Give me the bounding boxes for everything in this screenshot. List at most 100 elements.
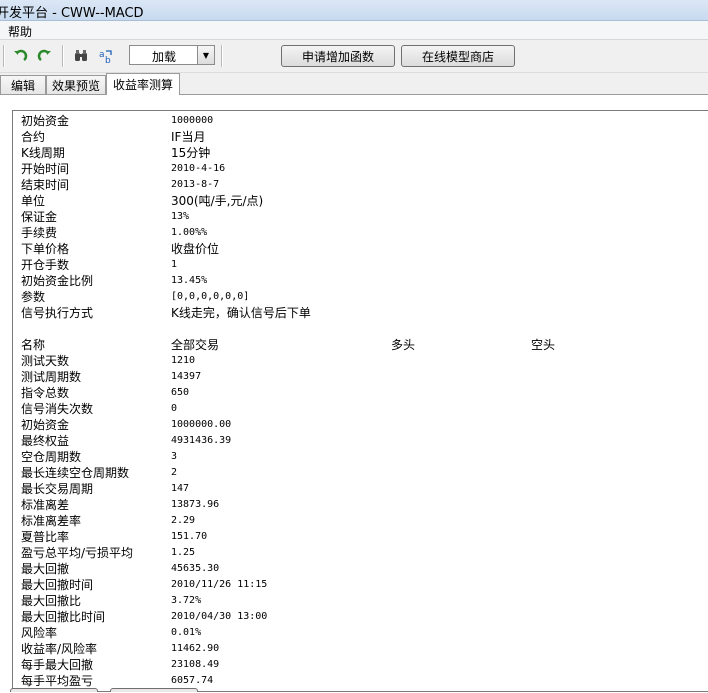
row-value: 4931436.39: [171, 435, 232, 446]
list-item: 初始资金比例 13.45%: [13, 273, 708, 289]
row-value: 151.70: [171, 531, 208, 542]
row-value: IF当月: [171, 130, 206, 144]
stats-list: 名称 全部交易 多头 空头 测试天数 1210 测试周期数 14397 指令总数 650 信…: [13, 337, 708, 689]
list-item: 最大回撤比时间 2010/04/30 13:00: [13, 609, 708, 625]
row-label: 标准离差: [21, 498, 70, 512]
row-value: 2: [171, 467, 178, 478]
row-value: 1000000.00: [171, 419, 232, 430]
list-item: 信号执行方式 K线走完，确认信号后下单: [13, 305, 708, 321]
row-label: 夏普比率: [21, 530, 70, 544]
row-label: 信号消失次数: [21, 402, 94, 416]
redo-icon[interactable]: [36, 47, 54, 65]
row-value: 2010/04/30 13:00: [171, 611, 268, 622]
header-all-trades: 全部交易: [171, 338, 220, 352]
row-label: 初始资金比例: [21, 274, 94, 288]
row-label: 信号执行方式: [21, 306, 94, 320]
row-label: 每手最大回撤: [21, 658, 94, 672]
row-label: 手续费: [21, 226, 58, 240]
list-item: 最终权益 4931436.39: [13, 433, 708, 449]
row-label: 测试周期数: [21, 370, 82, 384]
tab-return-calc[interactable]: 收益率测算: [106, 73, 180, 95]
list-item: 参数 [0,0,0,0,0,0]: [13, 289, 708, 305]
bottom-button-strip: [0, 686, 708, 692]
row-value: 45635.30: [171, 563, 220, 574]
list-item: 初始资金 1000000.00: [13, 417, 708, 433]
row-label: 开始时间: [21, 162, 70, 176]
chevron-down-icon[interactable]: ▼: [197, 46, 214, 64]
bottom-button[interactable]: [110, 688, 198, 692]
tab-bar: 编辑 效果预览 收益率测算: [0, 73, 708, 95]
row-label: 单位: [21, 194, 46, 208]
row-label: 空仓周期数: [21, 450, 82, 464]
tab-edit[interactable]: 编辑: [0, 75, 46, 94]
row-label: 盈亏总平均/亏损平均: [21, 546, 134, 560]
row-value: 2010/11/26 11:15: [171, 579, 268, 590]
row-value: 13%: [171, 211, 190, 222]
params-list: 初始资金 1000000 合约 IF当月 K线周期 15分钟 开始时间 2010-4-16 结束…: [13, 113, 708, 321]
tab-preview[interactable]: 效果预览: [46, 75, 106, 94]
report-text-area[interactable]: 初始资金 1000000 合约 IF当月 K线周期 15分钟 开始时间 2010-4-16 结束…: [12, 110, 708, 692]
row-value: 11462.90: [171, 643, 220, 654]
list-item: 最大回撤比 3.72%: [13, 593, 708, 609]
window-title: 开发平台 - CWW--MACD: [0, 6, 144, 21]
row-value: 650: [171, 387, 190, 398]
row-value: 2010-4-16: [171, 163, 226, 174]
row-label: 标准离差率: [21, 514, 82, 528]
list-item: K线周期 15分钟: [13, 145, 708, 161]
row-value: 13873.96: [171, 499, 220, 510]
row-label: 风险率: [21, 626, 58, 640]
row-value: 1.25: [171, 547, 196, 558]
model-store-button[interactable]: 在线模型商店: [401, 45, 515, 67]
row-label: K线周期: [21, 146, 65, 160]
list-item: 收益率/风险率 11462.90: [13, 641, 708, 657]
row-label: 最长交易周期: [21, 482, 94, 496]
row-label: 收益率/风险率: [21, 642, 98, 656]
svg-text:b: b: [105, 56, 111, 64]
row-label: 最长连续空仓周期数: [21, 466, 130, 480]
header-name: 名称: [21, 338, 46, 352]
menu-bar: 帮助: [0, 21, 708, 40]
row-value: 147: [171, 483, 190, 494]
list-item: 空仓周期数 3: [13, 449, 708, 465]
list-item: 标准离差 13873.96: [13, 497, 708, 513]
row-label: 测试天数: [21, 354, 70, 368]
list-item: 最长连续空仓周期数 2: [13, 465, 708, 481]
load-combo[interactable]: 加载 ▼: [129, 45, 215, 65]
header-short: 空头: [531, 338, 556, 352]
stats-header-row: 名称 全部交易 多头 空头: [13, 337, 708, 353]
row-label: 开仓手数: [21, 258, 70, 272]
load-combo-value: 加载: [152, 50, 177, 64]
list-item: 初始资金 1000000: [13, 113, 708, 129]
list-item: 盈亏总平均/亏损平均 1.25: [13, 545, 708, 561]
list-item: 信号消失次数 0: [13, 401, 708, 417]
row-label: 最大回撤比: [21, 594, 82, 608]
row-label: 结束时间: [21, 178, 70, 192]
title-bar: 开发平台 - CWW--MACD: [0, 0, 708, 21]
replace-icon[interactable]: ab: [97, 47, 115, 65]
list-item: 开仓手数 1: [13, 257, 708, 273]
list-item: 最长交易周期 147: [13, 481, 708, 497]
row-value: K线走完，确认信号后下单: [171, 306, 311, 320]
row-value: 3.72%: [171, 595, 202, 606]
toolbar-separator: [3, 45, 5, 67]
row-value: 14397: [171, 371, 202, 382]
binoculars-icon[interactable]: [72, 47, 90, 65]
list-item: 指令总数 650: [13, 385, 708, 401]
row-value: 23108.49: [171, 659, 220, 670]
row-label: 初始资金: [21, 418, 70, 432]
list-item: 单位 300(吨/手,元/点): [13, 193, 708, 209]
row-value: 1: [171, 259, 178, 270]
bottom-button[interactable]: [10, 688, 98, 692]
row-label: 指令总数: [21, 386, 70, 400]
list-item: 夏普比率 151.70: [13, 529, 708, 545]
toolbar-separator: [221, 45, 223, 67]
list-item: 测试天数 1210: [13, 353, 708, 369]
list-item: 每手最大回撤 23108.49: [13, 657, 708, 673]
undo-icon[interactable]: [11, 47, 29, 65]
row-label: 下单价格: [21, 242, 70, 256]
svg-text:a: a: [99, 50, 105, 60]
list-item: 保证金 13%: [13, 209, 708, 225]
apply-function-button[interactable]: 申请增加函数: [281, 45, 395, 67]
menu-help[interactable]: 帮助: [6, 23, 34, 40]
row-value: 0: [171, 403, 178, 414]
